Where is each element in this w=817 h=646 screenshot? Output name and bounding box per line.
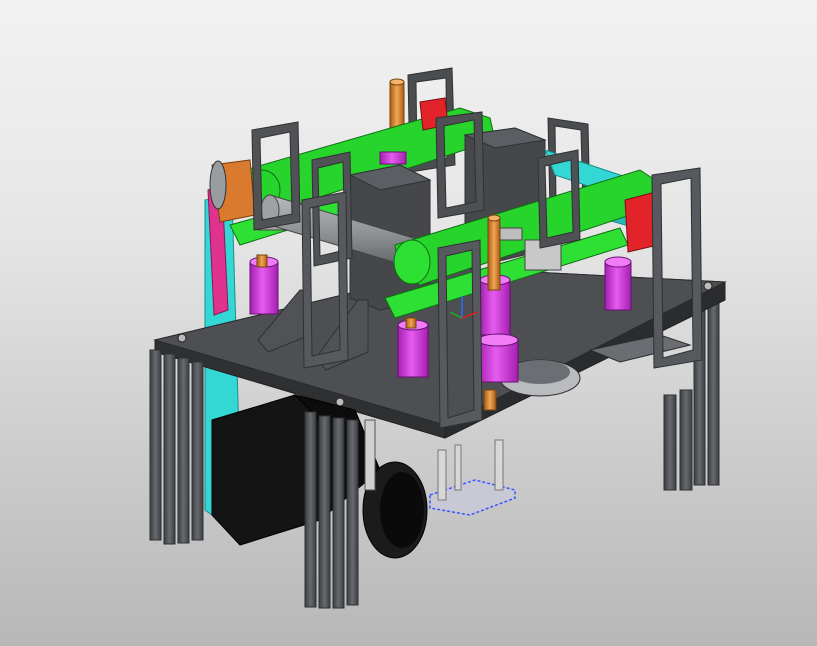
cad-viewport[interactable]: [0, 0, 817, 646]
selected-bottom-plate[interactable]: [429, 439, 516, 516]
conveyor-assembly-model[interactable]: [0, 0, 817, 646]
leg-front-left: [149, 349, 204, 545]
